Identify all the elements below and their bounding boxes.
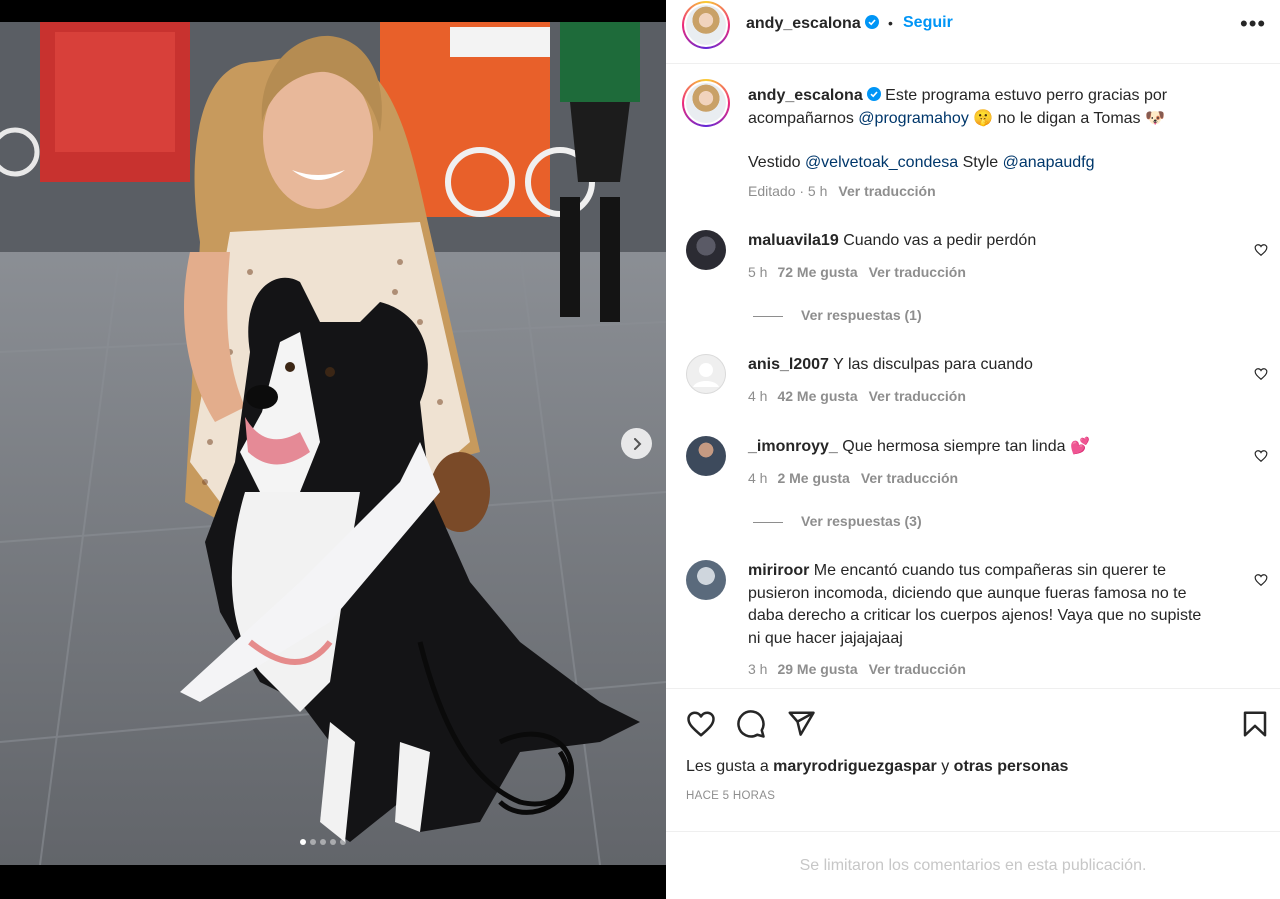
comment-username[interactable]: _imonroyy_	[748, 438, 838, 455]
comment-time: 4 h	[748, 388, 768, 404]
post-media-pane	[0, 0, 666, 899]
mention-link[interactable]: @anapaudfg	[1003, 154, 1095, 171]
carousel-dot	[340, 839, 346, 845]
comment-meta: 5 h 72 Me gusta Ver traducción	[748, 264, 966, 280]
mention-link[interactable]: @velvetoak_condesa	[805, 154, 958, 171]
comment: anis_l2007 Y las disculpas para cuando	[748, 354, 1218, 377]
comment-meta: 4 h 42 Me gusta Ver traducción	[748, 388, 966, 404]
verified-badge-icon	[866, 87, 881, 101]
carousel-dot	[320, 839, 326, 845]
post-caption: andy_escalona Este programa estuvo perro…	[748, 85, 1218, 175]
chevron-right-icon	[633, 437, 641, 450]
photo-illustration	[0, 22, 666, 865]
like-comment-icon[interactable]	[1254, 449, 1268, 463]
comment-avatar[interactable]	[686, 230, 726, 270]
save-bookmark-icon[interactable]	[1240, 709, 1270, 739]
comment-meta: 4 h 2 Me gusta Ver traducción	[748, 470, 958, 486]
instagram-post-modal: andy_escalona • Seguir ••• andy_escalona…	[0, 0, 1280, 899]
caption-username[interactable]: andy_escalona	[748, 87, 863, 104]
carousel-dots	[300, 839, 346, 845]
comment-time: 3 h	[748, 661, 768, 677]
translate-button[interactable]: Ver traducción	[869, 661, 966, 677]
author-avatar[interactable]	[682, 1, 730, 49]
translate-button[interactable]: Ver traducción	[861, 470, 958, 486]
comment-text: Cuando vas a pedir perdón	[843, 232, 1037, 249]
comment-icon[interactable]	[736, 709, 766, 739]
comment-meta: 3 h 29 Me gusta Ver traducción	[748, 661, 966, 677]
comment-time: 5 h	[748, 264, 768, 280]
comments-limited-notice: Se limitaron los comentarios en esta pub…	[666, 831, 1280, 899]
translate-button[interactable]: Ver traducción	[838, 183, 935, 199]
other-likers-link[interactable]: otras personas	[954, 758, 1069, 775]
view-replies-button[interactable]: Ver respuestas (1)	[753, 307, 922, 323]
verified-badge-icon	[864, 15, 879, 29]
caption-text: Style	[958, 154, 1003, 171]
carousel-dot	[330, 839, 336, 845]
default-avatar-icon[interactable]	[686, 354, 726, 394]
translate-button[interactable]: Ver traducción	[869, 264, 966, 280]
like-icon[interactable]	[686, 709, 716, 739]
comment-username[interactable]: maluavila19	[748, 232, 839, 249]
post-photo[interactable]	[0, 22, 666, 865]
comment: miriroor Me encantó cuando tus compañera…	[748, 560, 1218, 650]
mention-link[interactable]: @programahoy	[858, 110, 969, 127]
comment-likes[interactable]: 2 Me gusta	[777, 470, 849, 486]
comments-section: andy_escalona Este programa estuvo perro…	[666, 65, 1280, 688]
like-comment-icon[interactable]	[1254, 573, 1268, 587]
view-replies-button[interactable]: Ver respuestas (3)	[753, 513, 922, 529]
more-options-icon[interactable]: •••	[1240, 13, 1266, 35]
post-header: andy_escalona • Seguir •••	[666, 0, 1280, 64]
caption-avatar[interactable]	[682, 79, 730, 127]
caption-text: Vestido	[748, 154, 805, 171]
post-timestamp: HACE 5 HORAS	[686, 790, 776, 802]
comment-likes[interactable]: 29 Me gusta	[777, 661, 857, 677]
caption-time: Editado · 5 h	[748, 183, 828, 199]
carousel-dot	[310, 839, 316, 845]
replies-divider	[753, 521, 783, 523]
comment-avatar[interactable]	[686, 436, 726, 476]
comment-text: Que hermosa siempre tan linda 💕	[842, 438, 1090, 455]
follow-button[interactable]: Seguir	[903, 14, 953, 32]
translate-button[interactable]: Ver traducción	[869, 388, 966, 404]
comment-username[interactable]: miriroor	[748, 562, 809, 579]
comment: maluavila19 Cuando vas a pedir perdón	[748, 230, 1218, 253]
carousel-dot	[300, 839, 306, 845]
comment-time: 4 h	[748, 470, 768, 486]
share-icon[interactable]	[786, 709, 816, 739]
like-comment-icon[interactable]	[1254, 367, 1268, 381]
like-comment-icon[interactable]	[1254, 243, 1268, 257]
comment-avatar[interactable]	[686, 560, 726, 600]
comment-likes[interactable]: 42 Me gusta	[777, 388, 857, 404]
caption-text: 🤫 no le digan a Tomas 🐶	[968, 109, 1165, 127]
comment: _imonroyy_ Que hermosa siempre tan linda…	[748, 436, 1218, 459]
likes-summary: Les gusta a maryrodriguezgaspar y otras …	[686, 758, 1069, 775]
comment-username[interactable]: anis_l2007	[748, 356, 829, 373]
caption-meta: Editado · 5 h Ver traducción	[748, 183, 936, 199]
liker-username[interactable]: maryrodriguezgaspar	[773, 758, 937, 775]
comment-text: Me encantó cuando tus compañeras sin que…	[748, 562, 1202, 647]
carousel-next-button[interactable]	[621, 428, 652, 459]
post-actions: Les gusta a maryrodriguezgaspar y otras …	[666, 688, 1280, 831]
header-separator: •	[888, 15, 893, 31]
post-details-panel: andy_escalona • Seguir ••• andy_escalona…	[666, 0, 1280, 899]
replies-divider	[753, 315, 783, 317]
comment-likes[interactable]: 72 Me gusta	[777, 264, 857, 280]
author-username[interactable]: andy_escalona	[746, 15, 879, 33]
comment-text: Y las disculpas para cuando	[833, 356, 1033, 373]
